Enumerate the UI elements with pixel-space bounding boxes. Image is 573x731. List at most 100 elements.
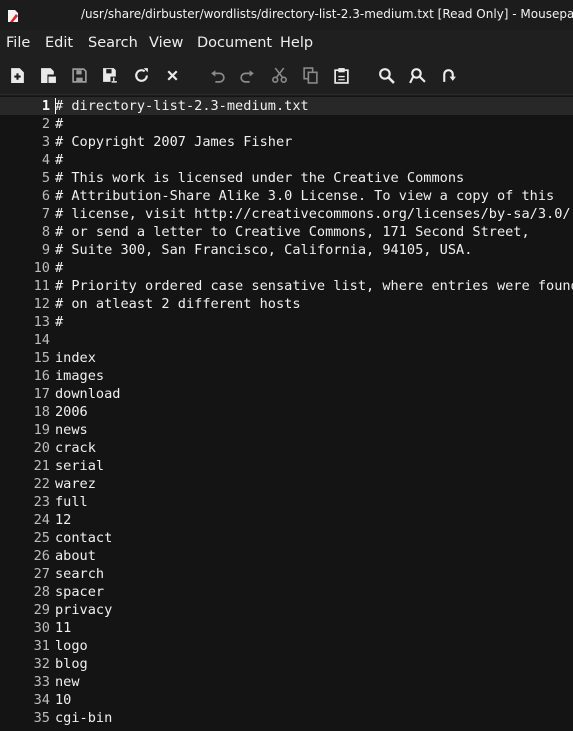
menu-view[interactable]: View [149,35,183,51]
editor-line[interactable]: 28 spacer [0,583,573,601]
editor-line[interactable]: 2 # [0,115,573,133]
line-text[interactable]: # This work is licensed under the Creati… [55,169,464,187]
editor-line[interactable]: 27 search [0,565,573,583]
editor-line[interactable]: 3 # Copyright 2007 James Fisher [0,133,573,151]
line-text[interactable]: warez [55,475,96,493]
cut-icon[interactable] [269,65,289,85]
line-number: 31 [33,638,50,654]
save-as-icon[interactable] [100,65,120,85]
line-number: 28 [33,584,50,600]
line-number: 18 [33,404,50,420]
editor-line[interactable]: 33 new [0,673,573,691]
line-text[interactable]: spacer [55,583,104,601]
line-text[interactable]: # [55,313,63,331]
line-text[interactable]: about [55,547,96,565]
editor-line[interactable]: 4 # [0,151,573,169]
line-text[interactable]: news [55,421,88,439]
editor-line[interactable]: 8 # or send a letter to Creative Commons,… [0,223,573,241]
line-text[interactable]: new [55,673,80,691]
line-text[interactable]: 10 [55,691,71,709]
line-number: 32 [33,656,50,672]
line-text[interactable]: # [55,259,63,277]
editor-line[interactable]: 7 # license, visit http://creativecommons… [0,205,573,223]
find-replace-icon[interactable] [407,65,427,85]
editor-line[interactable]: 9 # Suite 300, San Francisco, California,… [0,241,573,259]
line-text[interactable]: serial [55,457,104,475]
line-text[interactable]: # Attribution-Share Alike 3.0 License. T… [55,187,554,205]
line-number: 19 [33,422,50,438]
line-text[interactable]: # Priority ordered case sensative list, … [55,277,573,295]
close-icon[interactable] [162,65,182,85]
line-text[interactable]: # Suite 300, San Francisco, California, … [55,241,472,259]
save-icon[interactable] [69,65,89,85]
copy-icon[interactable] [300,65,320,85]
line-text[interactable]: privacy [55,601,112,619]
line-text[interactable]: cgi-bin [55,709,112,727]
editor-line[interactable]: 35 cgi-bin [0,709,573,727]
line-text[interactable]: # or send a letter to Creative Commons, … [55,223,530,241]
editor-line[interactable]: 31 logo [0,637,573,655]
editor-line[interactable]: 26 about [0,547,573,565]
editor-line[interactable]: 13 # [0,313,573,331]
editor-line[interactable]: 23 full [0,493,573,511]
line-text[interactable]: # on atleast 2 different hosts [55,295,301,313]
line-text[interactable]: # [55,115,63,133]
menu-document[interactable]: Document [197,35,272,51]
line-text[interactable]: # Copyright 2007 James Fisher [55,133,292,151]
line-text[interactable]: # [55,151,63,169]
goto-line-icon[interactable] [438,65,458,85]
editor-line[interactable]: 25 contact [0,529,573,547]
reload-icon[interactable] [131,65,151,85]
line-text[interactable]: download [55,385,120,403]
editor-line[interactable]: 32 blog [0,655,573,673]
new-document-icon[interactable] [7,65,27,85]
line-text[interactable]: 12 [55,511,71,529]
line-text[interactable]: # directory-list-2.3-medium.txt [55,97,309,115]
new-window-icon[interactable] [38,65,58,85]
line-text[interactable]: contact [55,529,112,547]
editor-line[interactable]: 24 12 [0,511,573,529]
line-text[interactable]: full [55,493,88,511]
menu-edit[interactable]: Edit [45,35,73,51]
editor-line[interactable]: 21 serial [0,457,573,475]
line-number: 16 [33,368,50,384]
editor-line[interactable]: 22 warez [0,475,573,493]
menu-search[interactable]: Search [88,35,138,51]
editor-line[interactable]: 19 news [0,421,573,439]
editor-line[interactable]: 1 # directory-list-2.3-medium.txt [0,97,573,115]
editor-line[interactable]: 10 # [0,259,573,277]
line-text[interactable]: images [55,367,104,385]
editor-line[interactable]: 18 2006 [0,403,573,421]
editor-line[interactable]: 15 index [0,349,573,367]
editor-line[interactable]: 12 # on atleast 2 different hosts [0,295,573,313]
line-text[interactable]: crack [55,439,96,457]
paste-icon[interactable] [331,65,351,85]
line-text[interactable]: 2006 [55,403,88,421]
editor-line[interactable]: 14 [0,331,573,349]
editor-line[interactable]: 29 privacy [0,601,573,619]
title-bar[interactable]: /usr/share/dirbuster/wordlists/directory… [0,0,573,30]
text-editor[interactable]: 1 # directory-list-2.3-medium.txt 2 #3 # Cop… [0,96,573,731]
editor-line[interactable]: 5 # This work is licensed under the Creat… [0,169,573,187]
editor-line[interactable]: 20 crack [0,439,573,457]
editor-line[interactable]: 34 10 [0,691,573,709]
editor-line[interactable]: 6 # Attribution-Share Alike 3.0 License. … [0,187,573,205]
line-number: 35 [33,710,50,726]
line-text[interactable]: # license, visit http://creativecommons.… [55,205,571,223]
line-text[interactable]: search [55,565,104,583]
redo-icon[interactable] [237,65,257,85]
line-text[interactable]: index [55,349,96,367]
menu-file[interactable]: File [6,35,30,51]
undo-icon[interactable] [207,65,227,85]
line-number: 34 [33,692,50,708]
menu-help[interactable]: Help [280,35,313,51]
line-text[interactable]: 11 [55,619,71,637]
line-number: 17 [33,386,50,402]
editor-line[interactable]: 16 images [0,367,573,385]
line-text[interactable]: blog [55,655,88,673]
line-text[interactable]: logo [55,637,88,655]
editor-line[interactable]: 17 download [0,385,573,403]
editor-line[interactable]: 11 # Priority ordered case sensative list… [0,277,573,295]
find-icon[interactable] [376,65,396,85]
editor-line[interactable]: 30 11 [0,619,573,637]
